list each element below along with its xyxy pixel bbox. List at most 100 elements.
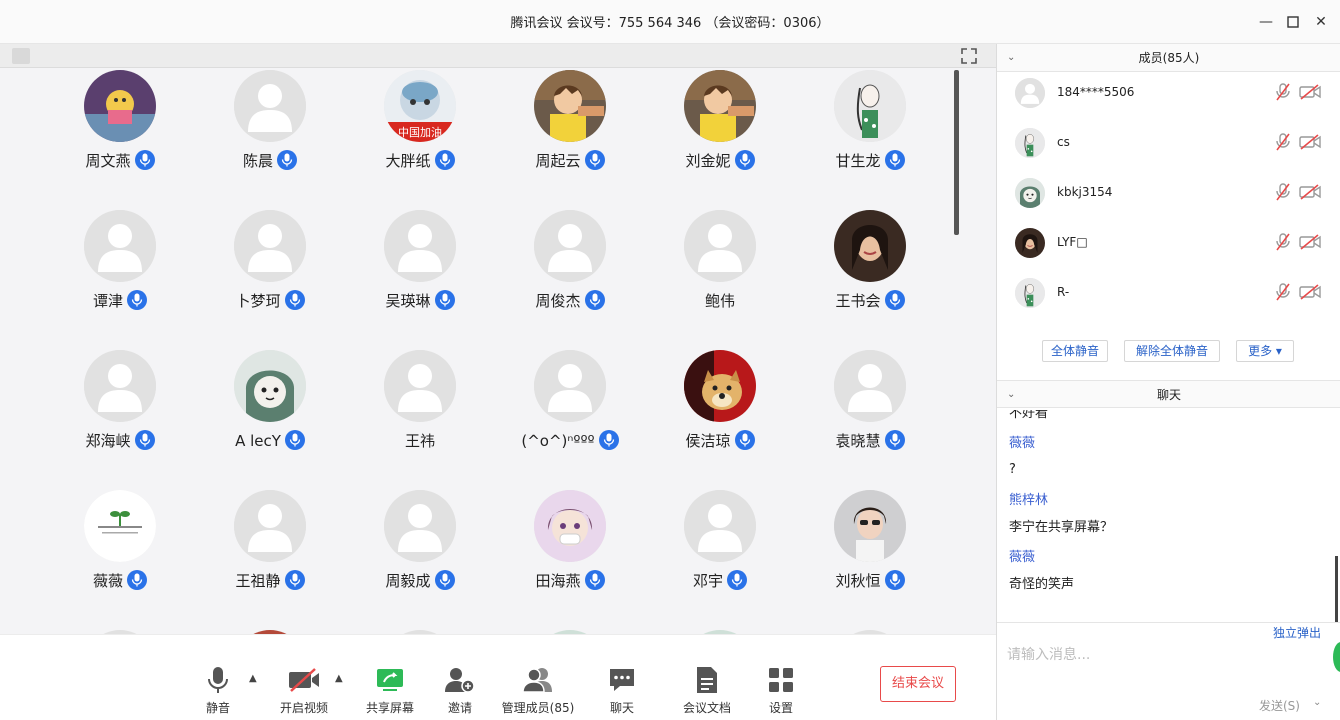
- participant-name: 周毅成: [385, 572, 431, 590]
- participant-tile[interactable]: 鲍伟: [640, 210, 790, 330]
- participant-name-row: 周毅成: [340, 570, 500, 591]
- mic-active-icon: [884, 290, 905, 310]
- participant-tile[interactable]: 王祎: [340, 350, 490, 470]
- send-button[interactable]: 发送(S): [1259, 697, 1300, 714]
- participant-tile[interactable]: 郑海峡: [40, 350, 190, 470]
- chat-sender[interactable]: 薇薇: [1009, 432, 1035, 451]
- member-row[interactable]: cs: [997, 124, 1340, 174]
- participant-name: 王祎: [404, 432, 435, 450]
- mic-muted-icon[interactable]: [1275, 132, 1291, 152]
- members-icon: [522, 668, 552, 693]
- participant-tile[interactable]: 甘生龙: [790, 70, 940, 190]
- mute-button[interactable]: 静音: [173, 663, 263, 716]
- participant-tile[interactable]: (^o^)ⁿººº: [490, 350, 640, 470]
- microphone-icon: [208, 667, 228, 693]
- chevron-down-icon[interactable]: ⌄: [1007, 44, 1015, 72]
- avatar: [1015, 78, 1045, 108]
- participant-tile[interactable]: 袁晓慧: [790, 350, 940, 470]
- mic-muted-icon[interactable]: [1275, 232, 1291, 252]
- participant-tile[interactable]: 刘秋恒: [790, 490, 940, 610]
- mute-options-caret[interactable]: ▲: [249, 673, 257, 684]
- member-row[interactable]: kbkj3154: [997, 174, 1340, 224]
- unmute-all-button[interactable]: 解除全体静音: [1124, 340, 1220, 362]
- members-header[interactable]: ⌄ 成员(85人): [997, 44, 1340, 72]
- camera-off-icon[interactable]: [1299, 184, 1321, 200]
- participant-name: 甘生龙: [835, 152, 881, 170]
- window-title: 腾讯会议 会议号：755 564 346 （会议密码：0306）: [510, 16, 830, 31]
- participant-tile[interactable]: 周毅成: [340, 490, 490, 610]
- camera-off-icon[interactable]: [1299, 284, 1321, 300]
- shield-icon[interactable]: [12, 48, 30, 64]
- participant-tile[interactable]: 周文燕: [40, 70, 190, 190]
- participant-name-row: 王书会: [790, 290, 950, 311]
- participant-tile[interactable]: 王祖静: [190, 490, 340, 610]
- fullscreen-icon[interactable]: [960, 47, 978, 65]
- participant-tile[interactable]: 卜梦珂: [190, 210, 340, 330]
- camera-off-icon[interactable]: [1299, 84, 1321, 100]
- manage-members-label: 管理成员(85): [501, 701, 575, 715]
- mic-muted-icon[interactable]: [1275, 182, 1291, 202]
- participant-tile[interactable]: 周俊杰: [490, 210, 640, 330]
- avatar: [234, 210, 306, 282]
- end-meeting-button[interactable]: 结束会议: [880, 666, 956, 702]
- more-button[interactable]: 更多 ▾: [1236, 340, 1294, 362]
- chat-scrollbar[interactable]: [1335, 556, 1338, 622]
- participant-tile[interactable]: 田海燕: [490, 490, 640, 610]
- chat-sender[interactable]: 熊梓林: [1009, 489, 1048, 508]
- camera-off-icon[interactable]: [1299, 234, 1321, 250]
- send-options-caret[interactable]: ⌄: [1313, 697, 1321, 708]
- avatar: [534, 490, 606, 562]
- avatar: [684, 350, 756, 422]
- participant-tile[interactable]: 侯洁琼: [640, 350, 790, 470]
- member-row[interactable]: LYF□: [997, 224, 1340, 274]
- participant-name-row: 甘生龙: [790, 150, 950, 171]
- mic-muted-icon[interactable]: [1275, 82, 1291, 102]
- avatar: 中国加油: [384, 70, 456, 142]
- participant-name-row: 袁晓慧: [790, 430, 950, 451]
- mic-muted-icon[interactable]: [1275, 282, 1291, 302]
- close-button[interactable]: ✕: [1311, 12, 1331, 32]
- participant-tile[interactable]: 邓宇: [640, 490, 790, 610]
- video-options-caret[interactable]: ▲: [335, 673, 343, 684]
- avatar: [84, 210, 156, 282]
- participant-name: 袁晓慧: [835, 432, 881, 450]
- member-name: kbkj3154: [1057, 185, 1113, 199]
- member-row[interactable]: R-: [997, 274, 1340, 324]
- start-video-button[interactable]: 开启视频: [259, 663, 349, 716]
- chevron-down-icon[interactable]: ⌄: [1007, 381, 1015, 409]
- participant-tile[interactable]: 王书会: [790, 210, 940, 330]
- participant-tile[interactable]: 刘金妮: [640, 70, 790, 190]
- meeting-toolbar: 静音 ▲ 开启视频 ▲ 共享屏幕 邀请 管理成员(85) 聊天 会议文档 设置 …: [0, 634, 996, 720]
- camera-off-icon[interactable]: [1299, 134, 1321, 150]
- participant-tile[interactable]: A lecY: [190, 350, 340, 470]
- invite-button[interactable]: 邀请: [415, 663, 505, 716]
- participant-tile[interactable]: 谭津: [40, 210, 190, 330]
- document-icon: [697, 667, 717, 693]
- participant-tile[interactable]: 陈晨: [190, 70, 340, 190]
- member-name: cs: [1057, 135, 1070, 149]
- participant-name-row: 周俊杰: [490, 290, 650, 311]
- avatar: [834, 350, 906, 422]
- chat-header[interactable]: ⌄ 聊天: [997, 380, 1340, 408]
- mute-all-button[interactable]: 全体静音: [1042, 340, 1108, 362]
- member-name: LYF□: [1057, 235, 1088, 249]
- participant-tile[interactable]: 中国加油 大胖纸: [340, 70, 490, 190]
- chat-sender[interactable]: 薇薇: [1009, 546, 1035, 565]
- participant-name-row: 鲍伟: [640, 290, 800, 311]
- participant-tile[interactable]: 周起云: [490, 70, 640, 190]
- participant-tile[interactable]: 薇薇: [40, 490, 190, 610]
- mic-active-icon: [884, 570, 905, 590]
- gallery-scrollbar[interactable]: [954, 70, 959, 235]
- member-row[interactable]: 184****5506: [997, 74, 1340, 124]
- participant-tile[interactable]: 吴瑛琳: [340, 210, 490, 330]
- maximize-button[interactable]: [1283, 12, 1303, 32]
- settings-button[interactable]: 设置: [736, 663, 826, 716]
- manage-members-button[interactable]: 管理成员(85): [493, 663, 583, 716]
- avatar: [534, 210, 606, 282]
- chat-input[interactable]: [1007, 643, 1267, 667]
- popout-chat-link[interactable]: 独立弹出: [1273, 624, 1321, 641]
- participant-name-row: 卜梦珂: [190, 290, 350, 311]
- chat-button[interactable]: 聊天: [577, 663, 667, 716]
- participant-name-row: 刘金妮: [640, 150, 800, 171]
- minimize-button[interactable]: —: [1256, 12, 1276, 32]
